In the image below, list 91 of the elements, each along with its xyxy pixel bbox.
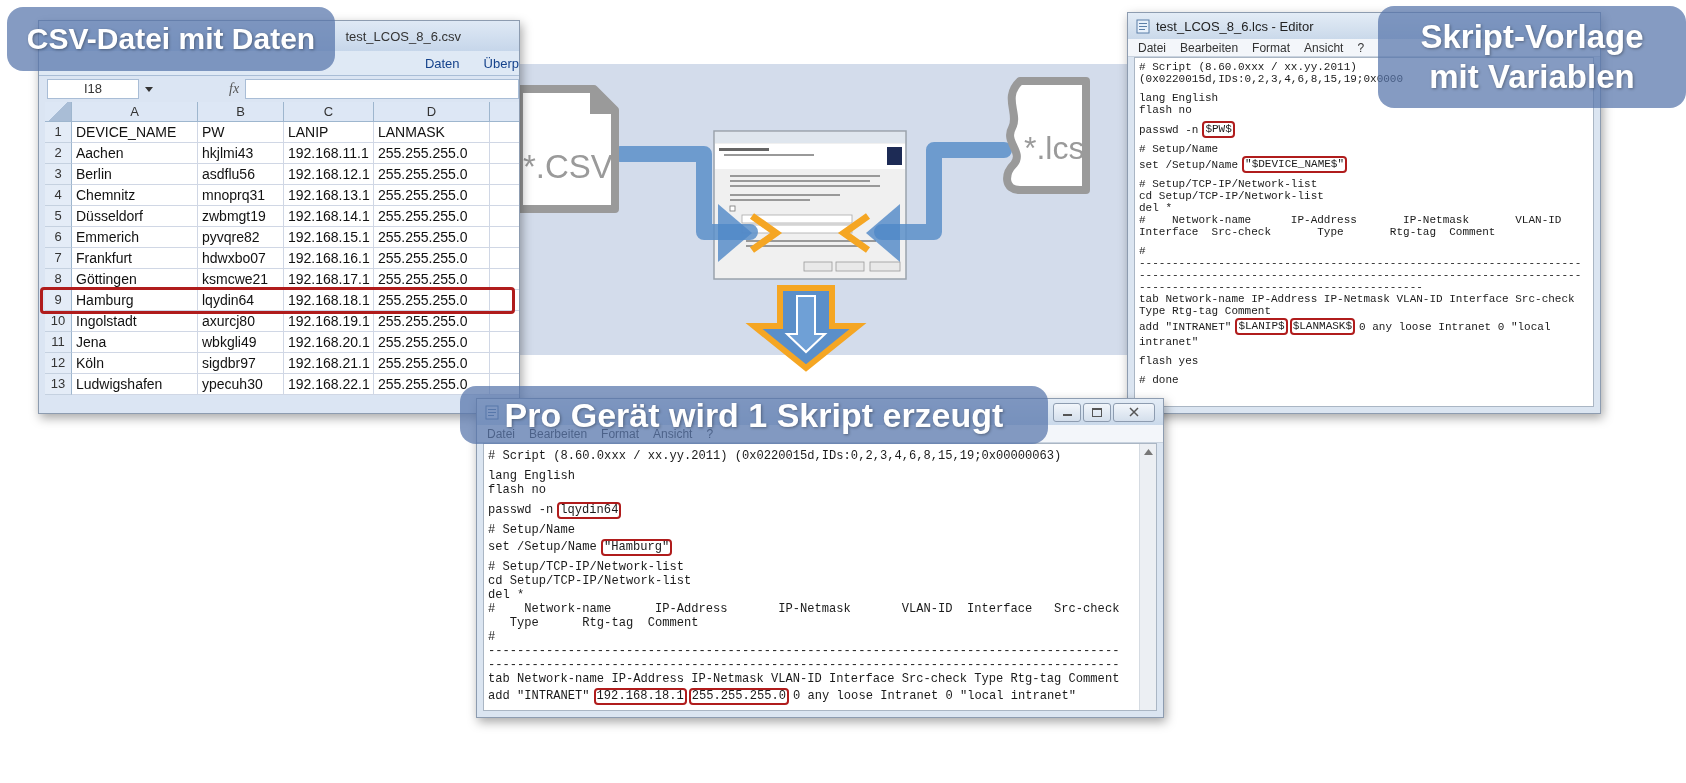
code-text: # Setup/Name [1139, 143, 1219, 155]
close-icon[interactable] [1129, 407, 1139, 417]
code-text: # [488, 630, 496, 644]
menu-item[interactable]: Bearbeiten [1180, 40, 1239, 55]
menu-item[interactable]: Format [1252, 40, 1291, 55]
caret-icon[interactable] [145, 86, 153, 92]
file-type-label: *.CSV [523, 150, 613, 183]
row-number: 13 [45, 374, 72, 395]
code-text: tab Network-name IP-Address IP-Netmask VLAN-ID Interface Src-check Type Rtg-tag Comment [488, 672, 1120, 686]
code-text: # done [1139, 374, 1179, 386]
minimize-button[interactable] [1053, 402, 1081, 422]
code-text: Type Rtg-tag Comment [1139, 305, 1272, 317]
code-text: flash yes [1139, 355, 1199, 367]
row-number: 4 [45, 185, 72, 206]
code-text: cd Setup/TCP-IP/Network-list [1139, 190, 1324, 202]
ribbon-tab[interactable]: Daten [424, 55, 460, 71]
table-cell: 192.168.18.1 [284, 290, 374, 311]
code-text: add "INTRANET" [488, 689, 590, 703]
code-text: set /Setup/Name [1139, 158, 1239, 171]
code-text: add "INTRANET" [1139, 320, 1232, 333]
code-text: ------------------------------------------- [1139, 281, 1423, 293]
code-text: flash no [488, 483, 547, 497]
code-text: passwd -n [488, 503, 554, 517]
window-title: test_LCOS_8_6.lcs - Editor [1156, 18, 1314, 34]
row-number: 11 [45, 332, 72, 353]
code-text: # Script (8.60.0xxx / xx.yy.2011) (0x0220015d,IDs:0,2,3,4,6,8,15,19;0x00000063) [488, 449, 1062, 463]
row-number: 7 [45, 248, 72, 269]
code-text: # Setup/TCP-IP/Network-list [488, 560, 684, 574]
formula-field[interactable] [245, 79, 519, 99]
code-text: lang English [488, 469, 576, 483]
code-text: --------------------------------------------------------------------------------------- [488, 644, 1120, 658]
row-number: 12 [45, 353, 72, 374]
code-text: # [1139, 245, 1146, 257]
function-label[interactable]: fx [229, 81, 240, 97]
code-text: # Setup/TCP-IP/Network-list [1139, 178, 1318, 190]
window-title: test_LCOS_8_6.csv [345, 28, 461, 44]
down-arrow-icon [745, 285, 867, 372]
code-text: # Network-name IP-Address IP-Netmask VLAN-ID [1139, 214, 1562, 226]
scroll-up-icon[interactable] [1143, 449, 1153, 455]
row-number: 1 [45, 122, 72, 143]
row-number: 3 [45, 164, 72, 185]
code-text: 0 any loose Intranet 0 "local [1359, 320, 1551, 333]
code-text: ------------------------------------------------------------------- [1139, 257, 1582, 269]
code-text: flash no [1139, 104, 1192, 116]
table-cell: Ludwigshafen [72, 374, 198, 395]
menu-item[interactable]: Ansicht [1304, 40, 1344, 55]
menu-item[interactable]: ? [1357, 40, 1365, 55]
code-text: intranet" [1139, 336, 1199, 348]
highlighted-value: "$DEVICE_NAME$" [1244, 158, 1346, 171]
table-cell: 255.255.255.0 [374, 290, 490, 311]
highlighted-value: 192.168.18.1 [595, 689, 685, 703]
row-number: 2 [45, 143, 72, 164]
name-box[interactable]: I18 [47, 79, 139, 99]
caption-label: CSV-Datei mit Daten [7, 7, 335, 71]
code-text: set /Setup/Name [488, 540, 597, 554]
highlighted-value: $LANIP$ [1237, 320, 1286, 333]
table-cell: Hamburg [72, 290, 198, 311]
file-type-label: *.lcs [1024, 132, 1085, 164]
highlighted-value: 255.255.255.0 [690, 689, 788, 703]
pipe-arrow-icon [837, 142, 1012, 262]
code-text: # Network-name IP-Address IP-Netmask VLAN-ID Interface Src-check [488, 602, 1120, 616]
code-text: tab Network-name IP-Address IP-Netmask VLAN-ID Interface Src-check [1139, 293, 1575, 305]
notepad-icon [1136, 18, 1150, 34]
code-text: 0 any loose Intranet 0 "local intranet" [793, 689, 1077, 703]
row-number: 9 [45, 290, 72, 311]
code-text: # Setup/Name [488, 523, 576, 537]
code-text: lang English [1139, 92, 1219, 104]
code-text: (0x0220015d,IDs:0,2,3,4,6,8,15,19;0x0000 [1139, 73, 1404, 85]
highlighted-value: $PW$ [1204, 123, 1233, 136]
highlighted-value: $LANMASK$ [1291, 320, 1354, 333]
code-text: passwd -n [1139, 123, 1199, 136]
highlighted-value: lqydin64 [559, 503, 620, 517]
code-text: Type Rtg-tag Comment [508, 616, 699, 630]
code-text: del * [488, 588, 525, 602]
scrollbar[interactable] [1139, 444, 1156, 710]
code-text: ------------------------------------------------------------------- [1139, 269, 1582, 281]
table-cell: ypecuh30 [198, 374, 284, 395]
table-cell: 192.168.22.1 [284, 374, 374, 395]
table-cell: lqydin64 [198, 290, 284, 311]
highlighted-value: "Hamburg" [602, 540, 671, 554]
script-file-icon [1000, 76, 1090, 196]
code-text: cd Setup/TCP-IP/Network-list [488, 574, 692, 588]
row-number: 5 [45, 206, 72, 227]
code-text: --------------------------------------------------------------------------------------- [488, 658, 1120, 672]
row-number: 6 [45, 227, 72, 248]
menu-item[interactable]: Datei [1138, 40, 1166, 55]
code-text: del * [1139, 202, 1172, 214]
maximize-button[interactable] [1083, 402, 1111, 422]
code-text: Interface Src-check Type Rtg-tag Comment [1139, 226, 1496, 238]
code-text: # Script (8.60.0xxx / xx.yy.2011) [1139, 61, 1357, 73]
ribbon-tab[interactable]: Überp [483, 55, 519, 71]
